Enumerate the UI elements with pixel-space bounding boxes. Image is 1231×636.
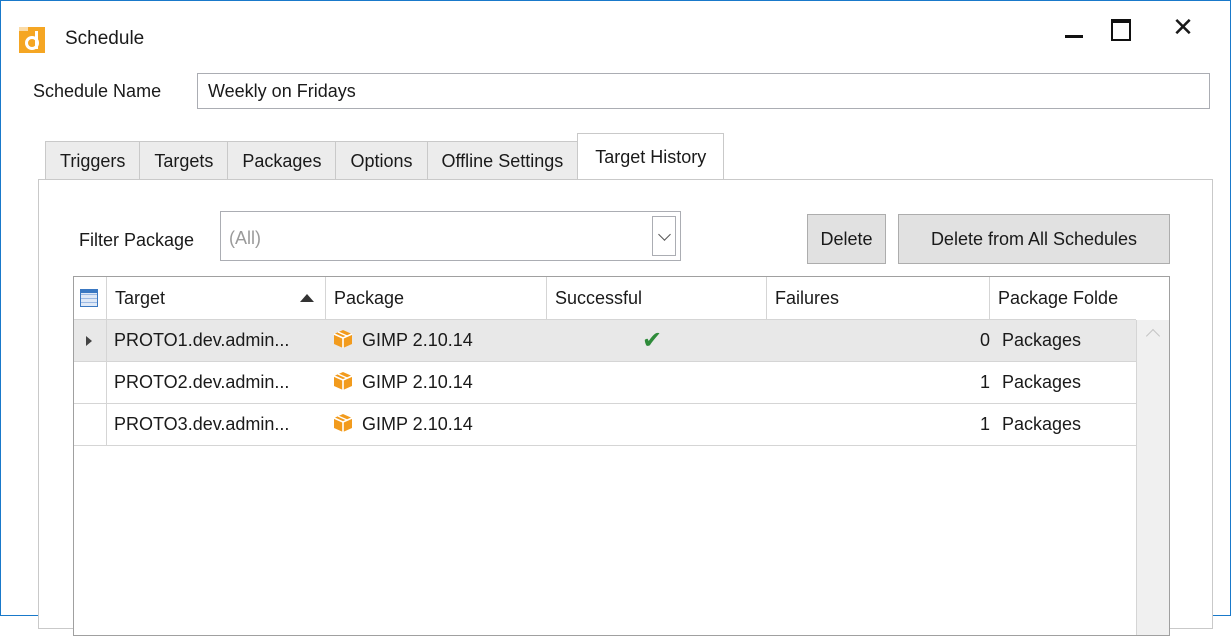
- cell-target: PROTO2.dev.admin...: [114, 372, 290, 392]
- cell-package-folder: Packages: [1002, 330, 1082, 350]
- filter-package-dropdown[interactable]: (All): [220, 211, 681, 261]
- tab-strip: Triggers Targets Packages Options Offlin…: [45, 133, 725, 181]
- column-header-package-folder[interactable]: Package Folde: [990, 277, 1137, 320]
- scroll-up-icon[interactable]: [1145, 328, 1161, 344]
- grid-header: Target Package Successful Failures Packa…: [74, 277, 1169, 320]
- sort-ascending-icon: [300, 294, 314, 302]
- cell-package-folder: Packages: [1002, 414, 1082, 434]
- package-box-icon: [333, 330, 353, 348]
- tab-packages[interactable]: Packages: [227, 141, 337, 181]
- cell-package-label: GIMP 2.10.14: [362, 372, 473, 392]
- target-history-grid: Target Package Successful Failures Packa…: [73, 276, 1170, 636]
- cell-target: PROTO1.dev.admin...: [114, 330, 290, 350]
- tab-options[interactable]: Options: [335, 141, 428, 181]
- chevron-down-icon[interactable]: [652, 216, 676, 256]
- cell-package-folder: Packages: [1002, 372, 1082, 392]
- row-indicator: [74, 320, 107, 361]
- success-check-icon: ✔: [642, 327, 663, 354]
- column-chooser[interactable]: [74, 277, 107, 320]
- column-header-failures[interactable]: Failures: [767, 277, 990, 320]
- schedule-window: Schedule ✕ Schedule Name Triggers Target…: [0, 0, 1231, 636]
- package-box-icon: [333, 372, 353, 390]
- close-icon[interactable]: ✕: [1163, 11, 1203, 47]
- column-header-package[interactable]: Package: [326, 277, 547, 320]
- minimize-icon[interactable]: [1053, 11, 1093, 47]
- calendar-grid-icon: [80, 289, 98, 307]
- row-indicator: [74, 362, 107, 403]
- column-header-package-label: Package: [334, 288, 405, 308]
- filter-package-label: Filter Package: [79, 230, 195, 250]
- schedule-name-label: Schedule Name: [33, 81, 162, 101]
- cell-package-label: GIMP 2.10.14: [362, 414, 473, 434]
- cell-failures: 0: [979, 330, 990, 350]
- current-row-arrow-icon: [86, 336, 92, 346]
- filter-package-value: (All): [229, 228, 261, 248]
- tab-offline-settings[interactable]: Offline Settings: [426, 141, 579, 181]
- schedule-name-input[interactable]: [197, 73, 1210, 109]
- tab-target-history[interactable]: Target History: [577, 133, 725, 179]
- package-box-icon: [333, 414, 353, 432]
- column-header-successful[interactable]: Successful: [547, 277, 767, 320]
- maximize-icon[interactable]: [1099, 11, 1139, 47]
- tab-triggers[interactable]: Triggers: [45, 141, 141, 181]
- table-row[interactable]: PROTO1.dev.admin... GIMP 2.10.14 ✔ 0 Pac…: [74, 320, 1137, 362]
- delete-from-all-schedules-button[interactable]: Delete from All Schedules: [898, 214, 1170, 264]
- cell-failures: 1: [979, 414, 990, 434]
- cell-target: PROTO3.dev.admin...: [114, 414, 290, 434]
- title-bar: Schedule ✕: [1, 1, 1230, 71]
- cell-package: GIMP 2.10.14: [332, 320, 542, 361]
- cell-failures: 1: [979, 372, 990, 392]
- column-header-failures-label: Failures: [775, 288, 840, 308]
- window-title: Schedule: [65, 28, 145, 49]
- cell-package-label: GIMP 2.10.14: [362, 330, 473, 350]
- table-row[interactable]: PROTO2.dev.admin... GIMP 2.10.14 1 Packa…: [74, 362, 1137, 404]
- cell-package: GIMP 2.10.14: [332, 362, 542, 403]
- schedule-app-icon: [19, 27, 45, 53]
- table-row[interactable]: PROTO3.dev.admin... GIMP 2.10.14 1 Packa…: [74, 404, 1137, 446]
- column-header-target-label: Target: [115, 288, 166, 308]
- column-header-package-folder-label: Package Folde: [998, 288, 1119, 308]
- row-indicator: [74, 404, 107, 445]
- column-header-successful-label: Successful: [555, 288, 643, 308]
- cell-package: GIMP 2.10.14: [332, 404, 542, 445]
- delete-button[interactable]: Delete: [807, 214, 886, 264]
- vertical-scrollbar[interactable]: [1136, 320, 1169, 635]
- column-header-target[interactable]: Target: [107, 277, 326, 320]
- tab-targets[interactable]: Targets: [139, 141, 229, 181]
- header-scroll-spacer: [1136, 277, 1169, 320]
